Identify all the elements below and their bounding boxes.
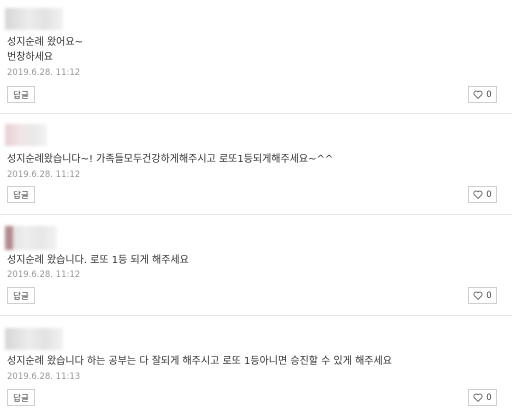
comment-date: 2019.6.28. 11:13 [7,372,81,382]
heart-outline-icon [473,291,483,300]
comment-text: 성지순례 왔어요~ [7,37,83,48]
avatar [5,8,63,30]
divider [0,214,512,215]
comment-text: 성지순례 왔습니다 하는 공부는 다 잘되게 해주시고 로또 1등아니면 승진할… [7,356,392,367]
like-button[interactable]: 0 [468,186,497,203]
like-count: 0 [486,189,492,200]
like-count: 0 [486,89,492,100]
comment-date: 2019.6.28. 11:12 [7,170,81,180]
heart-outline-icon [473,190,483,199]
comment-list: 성지순례 왔어요~ 번창하세요 2019.6.28. 11:12 답글 0 성지… [0,0,512,418]
comment-text: 성지순례왔습니다~! 가족들모두건강하게해주시고 로또1등되게해주세요~^^ [7,154,334,165]
comment-text: 번창하세요 [7,52,53,63]
reply-button[interactable]: 답글 [7,389,35,406]
comment-date: 2019.6.28. 11:12 [7,270,81,280]
heart-outline-icon [473,90,483,99]
heart-outline-icon [473,393,483,402]
comment-date: 2019.6.28. 11:12 [7,68,81,78]
avatar [5,328,63,350]
avatar [5,226,57,250]
divider [0,113,512,114]
reply-button[interactable]: 답글 [7,186,35,203]
like-count: 0 [486,290,492,301]
like-count: 0 [486,392,492,403]
reply-button[interactable]: 답글 [7,287,35,304]
divider [0,315,512,316]
like-button[interactable]: 0 [468,86,497,103]
avatar [5,124,47,146]
like-button[interactable]: 0 [468,389,497,406]
reply-button[interactable]: 답글 [7,86,35,103]
comment-text: 성지순례 왔습니다. 로또 1등 되게 해주세요 [7,255,189,266]
like-button[interactable]: 0 [468,287,497,304]
